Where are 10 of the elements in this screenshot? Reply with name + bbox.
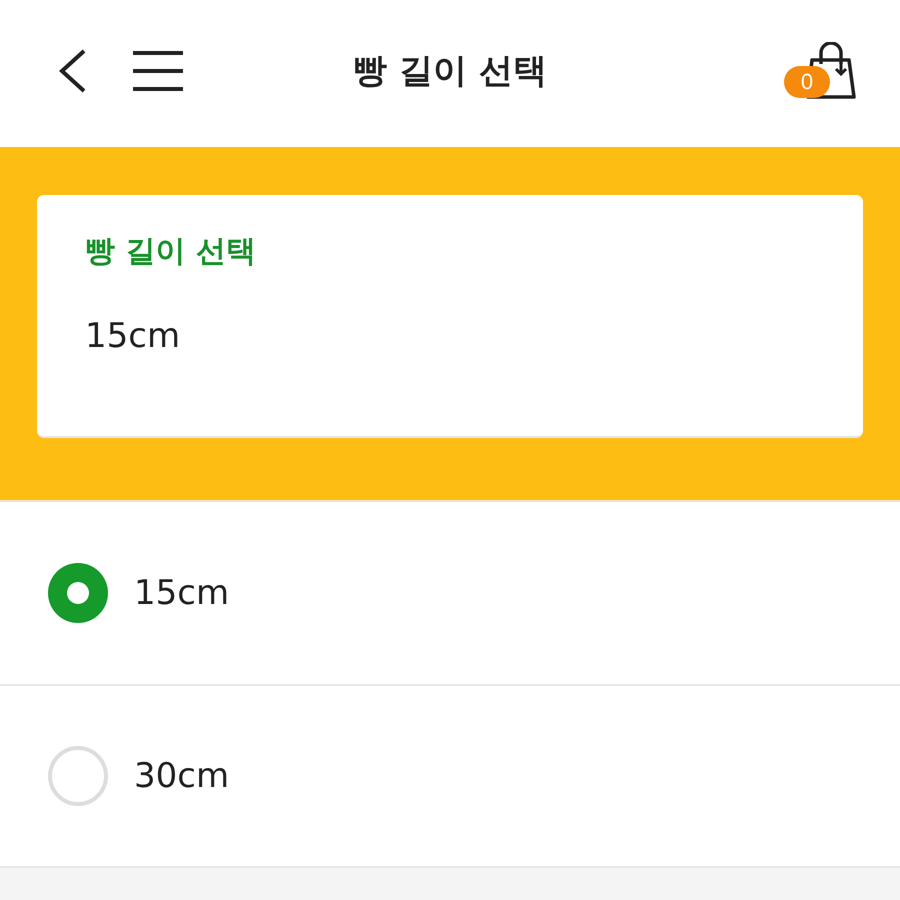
- card-label: 빵 길이 선택: [85, 233, 256, 271]
- page-title: 빵 길이 선택: [352, 50, 548, 92]
- option-label[interactable]: 30cm: [134, 756, 230, 796]
- menu-icon: [132, 50, 184, 90]
- radio-selected-icon[interactable]: [48, 563, 108, 623]
- option-label[interactable]: 15cm: [134, 573, 230, 613]
- card-value: 15cm: [85, 316, 180, 356]
- radio-empty-icon[interactable]: [48, 746, 108, 806]
- cart-count-badge: 0: [784, 66, 830, 98]
- menu-button[interactable]: [132, 50, 184, 90]
